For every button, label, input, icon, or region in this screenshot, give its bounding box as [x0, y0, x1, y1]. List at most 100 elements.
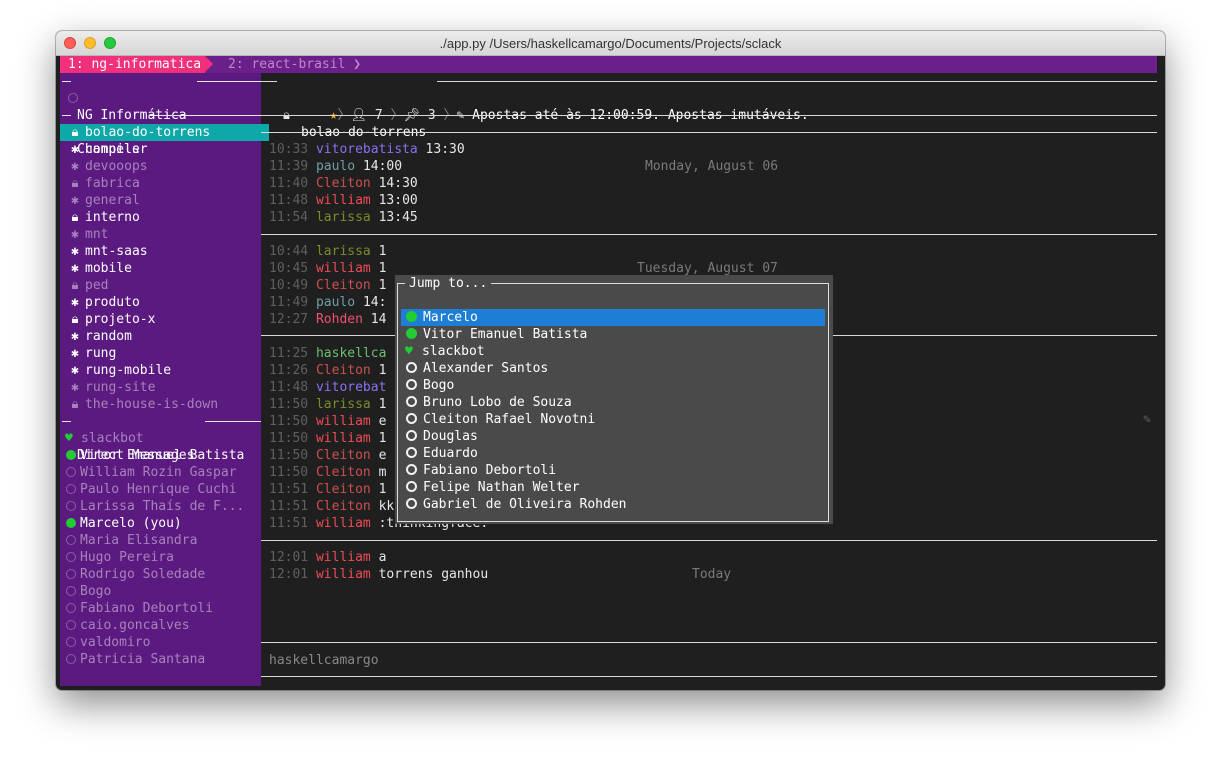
- message-author[interactable]: paulo: [316, 159, 355, 174]
- jump-result-item[interactable]: Douglas: [401, 428, 825, 445]
- message-row[interactable]: 12:01 william a: [269, 549, 386, 566]
- tab-ng-informatica[interactable]: 1: ng-informatica: [60, 56, 214, 73]
- message-row[interactable]: 11:50 larissa 1: [269, 396, 386, 413]
- presence-icon: [68, 93, 78, 103]
- message-row[interactable]: 11:25 haskellca: [269, 345, 394, 362]
- message-author[interactable]: vitorebat: [316, 380, 386, 395]
- message-row[interactable]: 10:33 vitorebatista 13:30: [269, 141, 465, 158]
- message-row[interactable]: 11:50 Cleiton e: [269, 447, 386, 464]
- sidebar-dm-item[interactable]: Patricia Santana: [60, 651, 265, 668]
- message-row[interactable]: 11:50 Cleiton m: [269, 464, 386, 481]
- message-row[interactable]: 11:51 Cleiton 1: [269, 481, 386, 498]
- sidebar-dm-item[interactable]: caio.goncalves: [60, 617, 265, 634]
- sidebar-dm-item[interactable]: Maria Elisandra: [60, 532, 265, 549]
- jump-result-label: Douglas: [423, 429, 478, 444]
- jump-result-item[interactable]: Cleiton Rafael Novotni: [401, 411, 825, 428]
- channel-info-row: ★〉👤︎ 7 〉📌︎ 3 〉✎ Apostas até às 12:00:59.…: [267, 90, 809, 123]
- channel-label: bolao-do-torrens: [85, 125, 211, 140]
- sidebar-dm-item[interactable]: Vitor Emanuel Batista: [60, 447, 265, 464]
- message-row[interactable]: 12:01 william torrens ganhou: [269, 566, 488, 583]
- message-row[interactable]: 11:48 vitorebat: [269, 379, 394, 396]
- message-author[interactable]: william: [316, 567, 371, 582]
- message-author[interactable]: Cleiton: [316, 176, 371, 191]
- sidebar-channel-bolao-do-torrens[interactable]: 🔒︎ bolao-do-torrens: [60, 124, 269, 141]
- message-author[interactable]: haskellca: [316, 346, 386, 361]
- message-author[interactable]: Cleiton: [316, 363, 371, 378]
- sidebar-channel-mnt-saas[interactable]: ✱ mnt-saas: [60, 243, 269, 260]
- message-author[interactable]: larissa: [316, 397, 371, 412]
- message-author[interactable]: larissa: [316, 244, 371, 259]
- message-author[interactable]: william: [316, 261, 371, 276]
- sidebar-dm-item[interactable]: Hugo Pereira: [60, 549, 265, 566]
- message-author[interactable]: Cleiton: [316, 448, 371, 463]
- sidebar-channel-devooops[interactable]: ✱ devooops: [60, 158, 269, 175]
- jump-result-item[interactable]: Gabriel de Oliveira Rohden: [401, 496, 825, 513]
- message-row[interactable]: 11:40 Cleiton 14:30: [269, 175, 418, 192]
- message-row[interactable]: 11:50 william 1: [269, 430, 386, 447]
- sidebar-dm-item[interactable]: William Rozin Gaspar: [60, 464, 265, 481]
- message-row[interactable]: 11:48 william 13:00: [269, 192, 418, 209]
- sidebar-channel-projeto-x[interactable]: 🔒︎ projeto-x: [60, 311, 269, 328]
- sidebar-dm-item[interactable]: Rodrigo Soledade: [60, 566, 265, 583]
- message-author[interactable]: william: [316, 550, 371, 565]
- sidebar-dm-item[interactable]: valdomiro: [60, 634, 265, 651]
- message-author[interactable]: william: [316, 414, 371, 429]
- sidebar-channel-fabrica[interactable]: 🔒︎ fabrica: [60, 175, 269, 192]
- message-author[interactable]: Cleiton: [316, 482, 371, 497]
- sidebar-dm-item[interactable]: Bogo: [60, 583, 265, 600]
- sidebar-channel-mobile[interactable]: ✱ mobile: [60, 260, 269, 277]
- sidebar-channel-mnt[interactable]: ✱ mnt: [60, 226, 269, 243]
- sidebar-channel-compiler[interactable]: ✱ compiler: [60, 141, 269, 158]
- message-author[interactable]: Cleiton: [316, 499, 371, 514]
- message-author[interactable]: Rohden: [316, 312, 363, 327]
- offline-status-icon: [66, 654, 76, 664]
- sidebar-channel-ped[interactable]: 🔒︎ ped: [60, 277, 269, 294]
- current-user[interactable]: haskellcamargo: [60, 90, 261, 140]
- message-author[interactable]: Cleiton: [316, 465, 371, 480]
- message-input[interactable]: haskellcamargo: [269, 652, 1149, 669]
- jump-result-item[interactable]: Vitor Emanuel Batista: [401, 326, 825, 343]
- jump-result-item[interactable]: Eduardo: [401, 445, 825, 462]
- jump-result-item[interactable]: Fabiano Debortoli: [401, 462, 825, 479]
- message-row[interactable]: 11:54 larissa 13:45: [269, 209, 418, 226]
- message-row[interactable]: 11:50 william e: [269, 413, 386, 430]
- sidebar-dm-item[interactable]: Marcelo (you): [60, 515, 265, 532]
- sidebar-dm-item[interactable]: ♥ slackbot: [60, 430, 265, 447]
- message-author[interactable]: paulo: [316, 295, 355, 310]
- jump-result-item[interactable]: Alexander Santos: [401, 360, 825, 377]
- message-row[interactable]: 11:49 paulo 14:: [269, 294, 386, 311]
- message-row[interactable]: 11:51 Cleiton kkkk: [269, 498, 410, 515]
- jump-result-item[interactable]: Bruno Lobo de Souza: [401, 394, 825, 411]
- sidebar-dm-item[interactable]: Larissa Thaís de F...: [60, 498, 265, 515]
- sidebar-channel-interno[interactable]: 🔒︎ interno: [60, 209, 269, 226]
- message-author[interactable]: william: [316, 516, 371, 531]
- message-row[interactable]: 10:45 william 1: [269, 260, 386, 277]
- gear-icon: ✱: [71, 295, 79, 310]
- sidebar-channel-rung[interactable]: ✱ rung: [60, 345, 269, 362]
- sidebar-channel-produto[interactable]: ✱ produto: [60, 294, 269, 311]
- message-row[interactable]: 12:27 Rohden 14: [269, 311, 386, 328]
- dm-label: valdomiro: [80, 635, 151, 650]
- message-author[interactable]: larissa: [316, 210, 371, 225]
- message-row[interactable]: 10:44 larissa 1: [269, 243, 386, 260]
- sidebar-channel-general[interactable]: ✱ general: [60, 192, 269, 209]
- message-author[interactable]: william: [316, 431, 371, 446]
- sidebar-channel-rung-site[interactable]: ✱ rung-site: [60, 379, 269, 396]
- sidebar-channel-random[interactable]: ✱ random: [60, 328, 269, 345]
- jump-result-item[interactable]: Marcelo: [401, 309, 825, 326]
- sidebar-dm-item[interactable]: Fabiano Debortoli: [60, 600, 265, 617]
- message-author[interactable]: Cleiton: [316, 278, 371, 293]
- sidebar-channel-rung-mobile[interactable]: ✱ rung-mobile: [60, 362, 269, 379]
- tab-react-brasil[interactable]: 2: react-brasil ❯: [228, 56, 361, 73]
- message-author[interactable]: william: [316, 193, 371, 208]
- jump-result-item[interactable]: Felipe Nathan Welter: [401, 479, 825, 496]
- message-author[interactable]: vitorebatista: [316, 142, 418, 157]
- jump-result-item[interactable]: Bogo: [401, 377, 825, 394]
- message-row[interactable]: 10:49 Cleiton 1: [269, 277, 386, 294]
- sidebar-dm-item[interactable]: Paulo Henrique Cuchi: [60, 481, 265, 498]
- message-row[interactable]: 11:26 Cleiton 1: [269, 362, 386, 379]
- message-row[interactable]: 11:39 paulo 14:00: [269, 158, 402, 175]
- sidebar-channel-the-house-is-down[interactable]: 🔒︎ the-house-is-down: [60, 396, 269, 413]
- edit-pencil-icon[interactable]: ✎: [1143, 411, 1151, 428]
- jump-result-item[interactable]: ♥ slackbot: [401, 343, 825, 360]
